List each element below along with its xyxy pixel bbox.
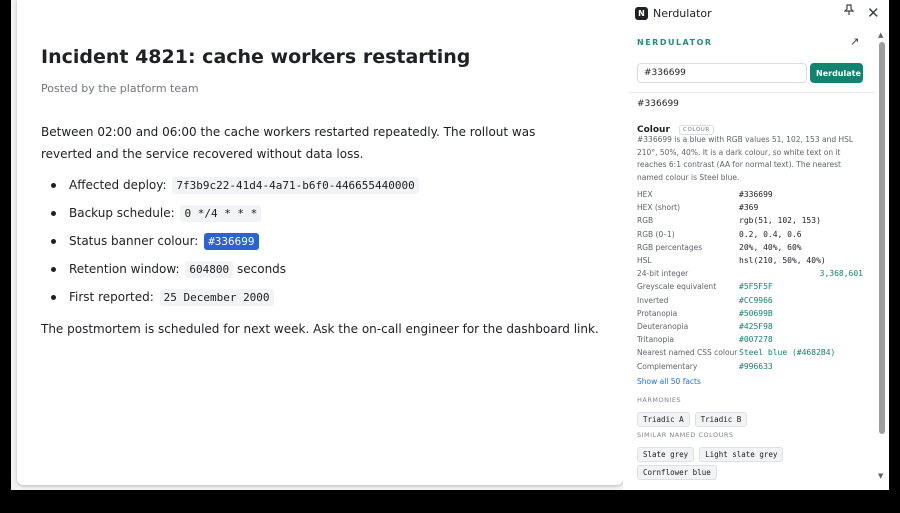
list-item: Backup schedule: 0 */4 * * * <box>41 202 419 230</box>
list-item: Status banner colour: #336699 <box>41 230 419 258</box>
fact-label: First reported: <box>69 290 154 304</box>
fact-value: 3,368,601 <box>819 269 863 279</box>
fact-value: hsl(210, 50%, 40%) <box>739 256 826 266</box>
backup-schedule-code[interactable]: 0 */4 * * * <box>180 205 262 222</box>
fact-value: 0.2, 0.4, 0.6 <box>739 229 802 239</box>
fact-key: HSL <box>637 256 652 266</box>
fact-row: Deuteranopia #425F98 <box>637 320 863 333</box>
fact-label: Status banner colour: <box>69 234 199 248</box>
fact-key: Complementary <box>637 361 698 371</box>
fact-row: RGB percentages 20%, 40%, 60% <box>637 241 863 254</box>
fact-key: RGB (0–1) <box>637 229 675 239</box>
fact-key: RGB percentages <box>637 242 703 252</box>
fact-label: Retention window: <box>69 262 180 276</box>
retention-window-code[interactable]: 604800 <box>185 261 234 278</box>
similar-colours-chips: Slate grey Light slate grey <box>637 442 788 462</box>
nerdulate-button[interactable]: Nerdulate <box>810 63 863 83</box>
fact-row: RGB rgb(51, 102, 153) <box>637 214 863 227</box>
side-panel-header: N Nerdulator ✕ <box>623 0 889 28</box>
search-input[interactable] <box>637 63 807 83</box>
side-panel: N Nerdulator ✕ NERDULATOR ↗ Nerdulate #3… <box>623 0 889 490</box>
result-value: #336699 <box>637 99 679 109</box>
fact-label: Affected deploy: <box>69 178 167 192</box>
fact-row: HEX #336699 <box>637 188 863 201</box>
scroll-thumb[interactable] <box>879 42 885 434</box>
similar-colour-chip[interactable]: Cornflower blue <box>637 465 717 480</box>
fact-key: Inverted <box>637 295 669 305</box>
fact-key: HEX <box>637 190 653 200</box>
harmony-chip[interactable]: Triadic A <box>637 412 690 427</box>
fact-value: rgb(51, 102, 153) <box>739 216 821 226</box>
fact-value: #369 <box>739 203 759 213</box>
incident-facts-list: Affected deploy: 7f3b9c22-41d4-4a71-b6f0… <box>41 174 419 314</box>
extension-icon: N <box>635 7 648 20</box>
outro-paragraph: The postmortem is scheduled for next wee… <box>41 322 599 336</box>
fact-row: HSL hsl(210, 50%, 40%) <box>637 254 863 267</box>
fact-row: Complementary #996633 <box>637 359 863 372</box>
extension-title: Nerdulator <box>653 7 712 20</box>
fact-value[interactable]: #CC9966 <box>739 294 863 307</box>
facts-table: HEX #336699 HEX (short) #369 RGB rgb(51, 102,… <box>637 188 863 373</box>
byline: Posted by the platform team <box>41 82 199 95</box>
harmonies-label: HARMONIES <box>637 396 682 404</box>
divider <box>629 92 875 93</box>
fact-label: Backup schedule: <box>69 206 175 220</box>
pin-icon[interactable] <box>843 4 855 19</box>
deploy-id-code[interactable]: 7f3b9c22-41d4-4a71-b6f0-446655440000 <box>172 177 419 194</box>
fact-value: 20%, 40%, 60% <box>739 242 802 252</box>
fact-value[interactable]: #996633 <box>739 359 863 372</box>
fact-key: 24-bit integer <box>637 269 689 279</box>
harmonies-chips: Triadic A Triadic B <box>637 407 752 427</box>
fact-row: 24-bit integer 3,368,601 <box>637 267 863 280</box>
fact-value[interactable]: #50699B <box>739 307 863 320</box>
banner-colour-code-selected[interactable]: #336699 <box>204 233 259 250</box>
list-item: First reported: 25 December 2000 <box>41 286 419 314</box>
fact-row: Inverted #CC9966 <box>637 294 863 307</box>
fact-key: Greyscale equivalent <box>637 282 717 292</box>
fact-row: Tritanopia #007278 <box>637 333 863 346</box>
fact-key: Nearest named CSS colour <box>637 348 738 358</box>
intro-paragraph: Between 02:00 and 06:00 the cache worker… <box>41 125 536 161</box>
list-item: Affected deploy: 7f3b9c22-41d4-4a71-b6f0… <box>41 174 419 202</box>
show-all-facts-link[interactable]: Show all 50 facts <box>637 377 701 386</box>
browser-window: Incident 4821: cache workers restarting … <box>11 0 889 490</box>
side-panel-body: NERDULATOR ↗ Nerdulate #336699 Colour CO… <box>623 28 875 490</box>
page-title: Incident 4821: cache workers restarting <box>41 46 471 68</box>
fact-value[interactable]: #425F98 <box>739 320 863 333</box>
fact-value: #336699 <box>739 190 773 200</box>
article-page: Incident 4821: cache workers restarting … <box>17 0 623 485</box>
close-icon[interactable]: ✕ <box>867 4 880 22</box>
first-reported-code[interactable]: 25 December 2000 <box>159 289 274 306</box>
result-summary: #336699 is a blue with RGB values 51, 10… <box>637 135 854 182</box>
fact-key: Tritanopia <box>637 335 674 345</box>
fact-value[interactable]: Steel blue (#4682B4) <box>739 346 863 359</box>
fact-key: RGB <box>637 216 654 226</box>
fact-row: Protanopia #50699B <box>637 307 863 320</box>
fact-key: HEX (short) <box>637 203 681 213</box>
harmony-chip[interactable]: Triadic B <box>694 412 748 427</box>
list-item: Retention window: 604800 seconds <box>41 258 419 286</box>
panel-scrollbar[interactable]: ▲ ▼ <box>875 28 889 490</box>
fact-key: Protanopia <box>637 308 678 318</box>
similar-colours-chips: Cornflower blue <box>637 460 722 480</box>
similar-colours-label: SIMILAR NAMED COLOURS <box>637 431 734 439</box>
open-in-new-icon[interactable]: ↗ <box>850 35 859 48</box>
fact-row: HEX (short) #369 <box>637 201 863 214</box>
scroll-up-icon[interactable]: ▲ <box>878 31 883 39</box>
fact-row: Greyscale equivalent #5F5F5F <box>637 280 863 293</box>
fact-value[interactable]: #5F5F5F <box>739 280 863 293</box>
fact-row: Nearest named CSS colour Steel blue (#468… <box>637 346 863 359</box>
fact-row: RGB (0–1) 0.2, 0.4, 0.6 <box>637 228 863 241</box>
fact-key: Deuteranopia <box>637 321 689 331</box>
fact-value[interactable]: #007278 <box>739 333 863 346</box>
scroll-down-icon[interactable]: ▼ <box>878 472 883 480</box>
fact-suffix: seconds <box>237 262 287 276</box>
brand-label: NERDULATOR <box>637 38 713 47</box>
